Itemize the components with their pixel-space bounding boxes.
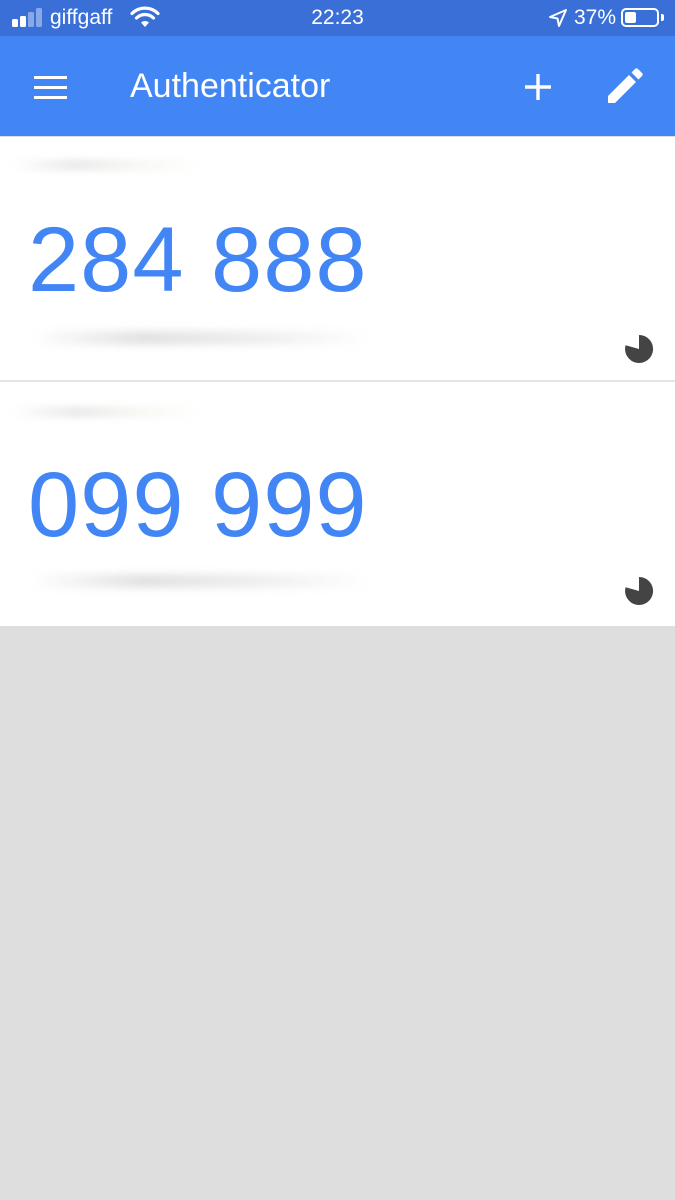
location-arrow-icon — [549, 9, 567, 27]
account-name-redacted — [30, 331, 370, 345]
otp-code[interactable]: 099 999 — [28, 452, 368, 558]
plus-icon[interactable] — [512, 61, 564, 113]
account-item[interactable]: 099 999 — [0, 382, 675, 626]
empty-list-area — [0, 626, 675, 1200]
pencil-icon[interactable] — [598, 61, 650, 113]
issuer-name-redacted — [12, 159, 202, 171]
battery-percentage: 37% — [574, 6, 617, 29]
app-title: Authenticator — [130, 67, 331, 105]
otp-code[interactable]: 284 888 — [28, 207, 368, 313]
authenticator-screen: giffgaff 22:23 37% Authenticator 284 888… — [0, 0, 675, 1200]
account-name-redacted — [30, 574, 370, 588]
battery-icon — [621, 8, 659, 27]
countdown-pie-icon — [625, 334, 654, 363]
battery-tip — [661, 14, 664, 21]
hamburger-menu-icon[interactable] — [24, 64, 78, 110]
status-bar: giffgaff 22:23 37% — [0, 0, 675, 36]
battery-fill — [625, 12, 636, 23]
account-item[interactable]: 284 888 — [0, 137, 675, 381]
app-bar: Authenticator — [0, 36, 675, 136]
countdown-pie-icon — [625, 576, 654, 605]
issuer-name-redacted — [12, 406, 202, 418]
